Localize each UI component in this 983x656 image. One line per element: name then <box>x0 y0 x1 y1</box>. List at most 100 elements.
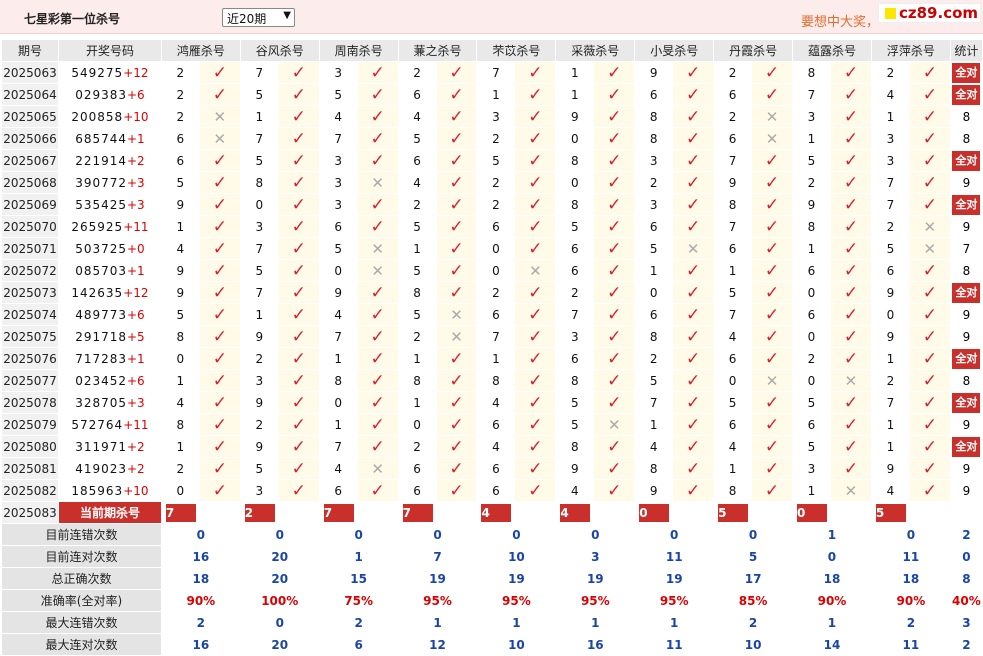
result-mark-cell: ✓ <box>356 61 399 84</box>
kill-number-cell: 1 <box>160 369 200 392</box>
period-cell: 2025076 <box>1 347 59 370</box>
result-mark-cell: ✓ <box>829 149 872 172</box>
table-row: 2025070 265925+11 1 ✓ 3 ✓ 6 ✓ 5 ✓ 6 ✓ 5 ✓ 6 ✓ 7 ✓ 8 ✓ 2 ✕ 9 <box>1 215 983 238</box>
period-cell: 2025075 <box>1 325 59 348</box>
result-mark-cell: ✓ <box>514 127 557 150</box>
result-mark-cell: ✕ <box>356 171 399 194</box>
result-mark-cell: ✓ <box>751 149 794 172</box>
kill-number-cell: 2 <box>160 83 200 106</box>
kill-number-cell: 5 <box>713 391 753 414</box>
current-kill-badge: 2 <box>244 503 275 522</box>
check-icon: ✓ <box>843 326 859 347</box>
result-mark-cell: ✓ <box>356 193 399 216</box>
result-mark-cell: ✓ <box>593 347 636 370</box>
check-icon: ✓ <box>922 62 937 83</box>
stats-value: 0 <box>318 523 399 546</box>
check-icon: ✓ <box>291 238 306 259</box>
stat-count: 9 <box>962 175 971 190</box>
result-mark-cell: ✓ <box>277 391 320 414</box>
kill-number-cell: 6 <box>555 347 595 370</box>
stats-total: 8 <box>949 567 983 590</box>
stats-total: 3 <box>949 611 983 634</box>
kill-number-cell: 1 <box>476 83 516 106</box>
kill-number-cell: 3 <box>239 479 279 502</box>
check-icon: ✓ <box>291 260 306 281</box>
kill-number-cell: 2 <box>397 61 437 84</box>
check-icon: ✓ <box>212 150 227 171</box>
period-range-select[interactable]: 近20期 ▼ <box>222 8 295 27</box>
draw-plus-number: +10 <box>123 483 149 498</box>
kill-number-cell: 7 <box>476 61 516 84</box>
kill-number-cell: 4 <box>318 457 358 480</box>
check-icon: ✓ <box>607 370 622 391</box>
stat-cell: 全对 <box>949 83 983 106</box>
result-mark-cell: ✓ <box>435 215 478 238</box>
check-icon: ✓ <box>528 326 543 347</box>
kill-number-cell: 0 <box>792 369 831 392</box>
result-mark-cell: ✓ <box>356 149 399 172</box>
check-icon: ✓ <box>764 436 780 457</box>
check-icon: ✓ <box>370 326 385 347</box>
draw-numbers: 142635 <box>71 285 124 300</box>
check-icon: ✓ <box>764 216 780 237</box>
cross-icon: ✕ <box>213 107 227 126</box>
kill-number-cell: 9 <box>870 325 910 348</box>
period-cell: 2025078 <box>1 391 59 414</box>
check-icon: ✓ <box>607 348 622 369</box>
stat-cell: 8 <box>949 105 983 128</box>
check-icon: ✓ <box>686 260 701 281</box>
result-mark-cell: ✓ <box>672 281 715 304</box>
result-mark-cell: ✕ <box>435 325 478 348</box>
stats-value: 0 <box>397 523 478 546</box>
check-icon: ✓ <box>922 458 937 479</box>
kill-number-cell: 0 <box>318 391 358 414</box>
kill-number-cell: 5 <box>160 303 200 326</box>
stats-value: 15 <box>318 567 399 590</box>
period-cell: 2025071 <box>1 237 59 260</box>
draw-plus-number: +1 <box>127 131 145 146</box>
stats-value: 0 <box>476 523 557 546</box>
stats-label: 目前连对次数 <box>1 545 162 568</box>
draw-plus-number: +11 <box>123 417 149 432</box>
result-mark-cell: ✓ <box>829 171 872 194</box>
draw-numbers: 291718 <box>75 329 127 344</box>
kill-number-cell: 7 <box>555 303 595 326</box>
kill-number-cell: 3 <box>555 325 595 348</box>
period-cell: 2025081 <box>1 457 59 480</box>
result-mark-cell: ✓ <box>435 61 478 84</box>
stat-count: 9 <box>962 461 971 476</box>
stats-label: 目前连错次数 <box>1 523 162 546</box>
kill-number-cell: 3 <box>318 193 358 216</box>
stats-value: 1 <box>397 611 478 634</box>
result-mark-cell: ✓ <box>672 83 715 106</box>
stats-value: 1 <box>555 611 636 634</box>
kill-number-cell: 8 <box>634 127 674 150</box>
result-mark-cell: ✓ <box>829 127 872 150</box>
result-mark-cell: ✓ <box>514 105 557 128</box>
result-mark-cell: ✓ <box>356 413 399 436</box>
kill-number-cell: 2 <box>713 105 753 128</box>
stats-value: 100% <box>239 589 320 612</box>
result-mark-cell: ✓ <box>514 237 557 260</box>
result-mark-cell: ✓ <box>593 171 636 194</box>
kill-number-cell: 8 <box>555 193 595 216</box>
draw-numbers-cell: 390772+3 <box>57 171 162 194</box>
check-icon: ✓ <box>843 172 859 193</box>
kill-number-cell: 6 <box>870 259 910 282</box>
result-mark-cell: ✓ <box>277 259 320 282</box>
promo-text[interactable]: 要想中大奖， <box>801 11 879 30</box>
check-icon: ✓ <box>370 370 385 391</box>
check-icon: ✓ <box>607 172 622 193</box>
result-mark-cell: ✓ <box>908 171 951 194</box>
current-kill-cell: 7 <box>318 501 399 524</box>
result-mark-cell: ✓ <box>514 325 557 348</box>
check-icon: ✓ <box>922 150 937 171</box>
stats-value: 0 <box>713 523 794 546</box>
stat-cell: 9 <box>949 457 983 480</box>
period-cell: 2025070 <box>1 215 59 238</box>
stat-cell: 8 <box>949 259 983 282</box>
stat-count: 9 <box>962 329 971 344</box>
col-header-expert: 谷风杀号 <box>239 39 320 62</box>
kill-number-cell: 8 <box>555 435 595 458</box>
result-mark-cell: ✓ <box>751 171 794 194</box>
